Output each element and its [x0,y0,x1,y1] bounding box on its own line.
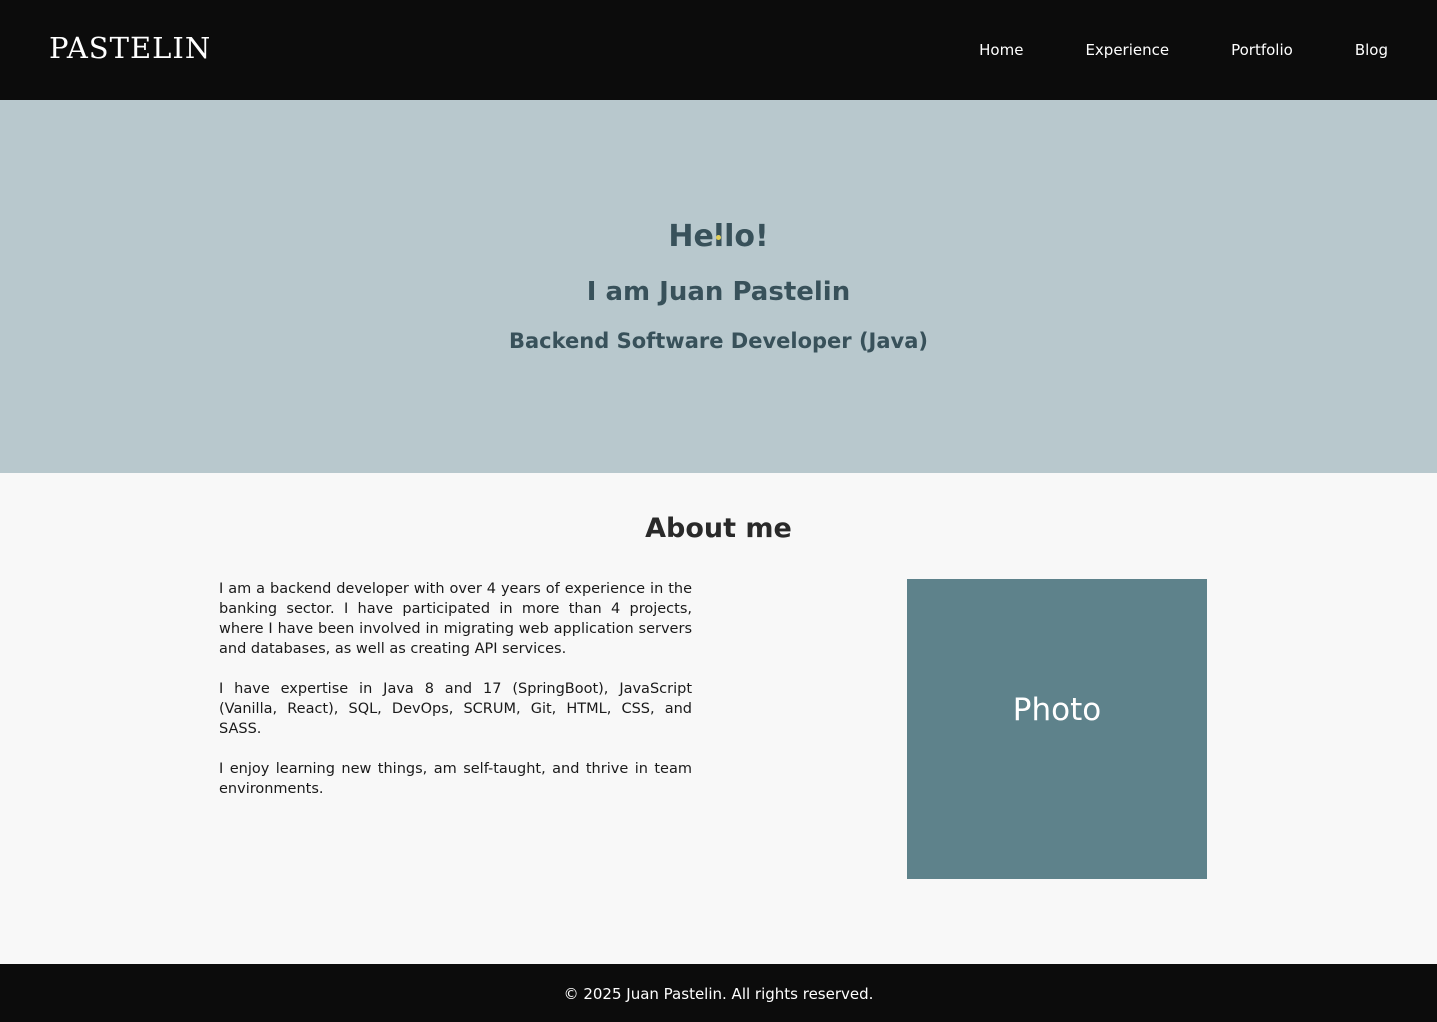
hero-section: Hello! I am Juan Pastelin Backend Softwa… [0,100,1437,473]
hero-name: I am Juan Pastelin [586,277,851,307]
nav-link-portfolio[interactable]: Portfolio [1231,40,1293,60]
nav-link-experience[interactable]: Experience [1085,40,1169,60]
main-nav: Home Experience Portfolio Blog [917,40,1388,60]
about-section: About me I am a backend developer with o… [0,473,1437,964]
about-title: About me [645,513,792,544]
about-paragraph: I enjoy learning new things, am self-tau… [219,761,692,797]
nav-link-blog[interactable]: Blog [1355,40,1388,60]
site-logo[interactable]: PASTELIN [49,30,211,66]
footer-copyright: © 2025 Juan Pastelin. All rights reserve… [563,985,874,1003]
mouse-cursor-icon [716,235,721,240]
site-footer: © 2025 Juan Pastelin. All rights reserve… [0,964,1437,1022]
site-header: PASTELIN Home Experience Portfolio Blog [0,0,1437,100]
about-paragraph: I am a backend developer with over 4 yea… [219,581,692,657]
about-paragraph: I have expertise in Java 8 and 17 (Sprin… [219,681,692,737]
hero-role: Backend Software Developer (Java) [509,329,928,353]
profile-photo: Photo [907,579,1207,879]
about-text: I am a backend developer with over 4 yea… [219,579,692,819]
photo-placeholder-label: Photo [1012,692,1102,728]
nav-link-home[interactable]: Home [979,40,1023,60]
